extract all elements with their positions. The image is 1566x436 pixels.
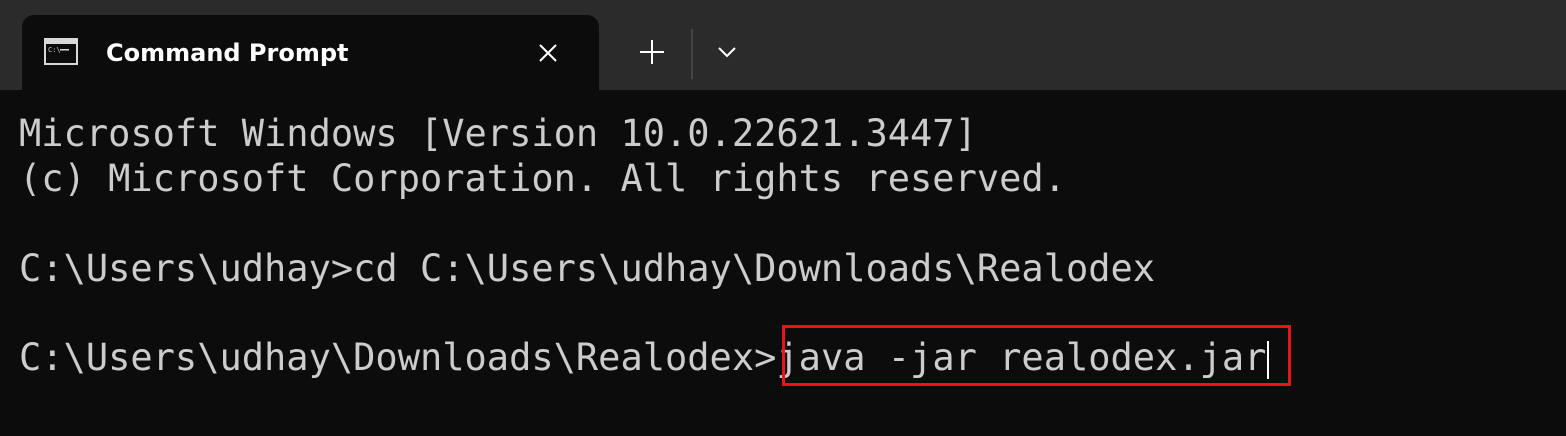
svg-text:C:\: C:\ (48, 46, 61, 54)
title-bar[interactable]: C:\ Command Prompt (0, 0, 1566, 90)
chevron-down-icon (718, 47, 736, 58)
close-icon (539, 44, 557, 62)
tab-command-prompt[interactable]: C:\ Command Prompt (22, 15, 599, 90)
profile-dropdown-button[interactable] (702, 27, 752, 77)
console-line-version: Microsoft Windows [Version 10.0.22621.34… (19, 112, 977, 155)
highlight-box (782, 325, 1291, 386)
prompt-text: C:\Users\udhay> (19, 247, 354, 290)
plus-icon (640, 40, 664, 64)
terminal-window: C:\ Command Prompt Microsoft Windows [Ve… (0, 0, 1566, 436)
new-tab-button[interactable] (624, 27, 680, 77)
prompt-text: C:\Users\udhay\Downloads\Realodex> (19, 336, 777, 379)
close-tab-button[interactable] (533, 38, 563, 68)
command-text: cd C:\Users\udhay\Downloads\Realodex (353, 247, 1156, 290)
tab-title: Command Prompt (106, 39, 349, 67)
console-line-copyright: (c) Microsoft Corporation. All rights re… (19, 157, 1066, 200)
cmd-icon: C:\ (44, 38, 78, 65)
console-output[interactable]: Microsoft Windows [Version 10.0.22621.34… (0, 90, 1566, 436)
titlebar-divider (691, 29, 693, 79)
console-line-cd: C:\Users\udhay>cd C:\Users\udhay\Downloa… (19, 247, 1155, 291)
